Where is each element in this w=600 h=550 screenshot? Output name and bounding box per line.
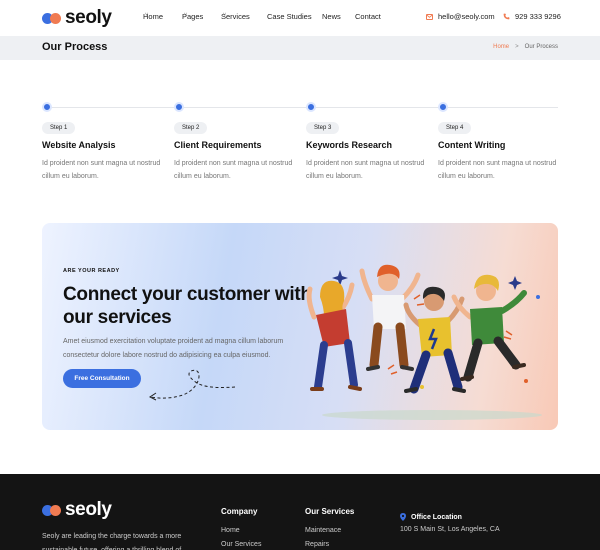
nav-item-news[interactable]: News: [322, 12, 341, 21]
footer-company-column: Company Home Our Services: [221, 507, 261, 548]
cta-eyebrow: ARE YOUR READY: [63, 268, 120, 274]
step-description: Id proident non sunt magna ut nostrud ci…: [174, 160, 293, 180]
step-marker: [438, 102, 448, 112]
header-email[interactable]: hello@seoly.com: [426, 12, 495, 21]
brand-name: seoly: [65, 499, 112, 520]
office-address: 100 S Main St, Los Angeles, CA: [400, 526, 500, 533]
breadcrumb: Home > Our Process: [493, 44, 558, 50]
step-marker: [306, 102, 316, 112]
footer-column-title: Company: [221, 507, 258, 516]
team-celebrating-illustration: [306, 264, 542, 420]
footer-link-our-services[interactable]: Our Services: [221, 541, 261, 548]
process-step: Step 2 Client Requirements Id proident n…: [174, 102, 299, 180]
site-header: seoly Home ˅ Pages ˅ Services ˅ Case Studie…: [0, 0, 600, 36]
footer-logo[interactable]: seoly: [42, 499, 112, 521]
location-pin-icon: [400, 513, 406, 521]
header-phone[interactable]: 929 333 9296: [503, 12, 561, 21]
step-badge: Step 1: [42, 122, 76, 134]
footer-about-text: Seoly are leading the charge towards a m…: [42, 533, 182, 550]
process-step: Step 4 Content Writing Id proident non s…: [438, 102, 563, 180]
breadcrumb-separator: >: [515, 44, 519, 50]
page-title: Our Process: [42, 41, 108, 53]
phone-icon: [503, 13, 510, 20]
footer-link-maintenace[interactable]: Maintenace: [305, 527, 341, 534]
step-title: Website Analysis: [42, 140, 116, 150]
step-title: Client Requirements: [174, 140, 262, 150]
brand-name: seoly: [65, 7, 112, 28]
logo-mark-orange: [50, 504, 61, 516]
office-location-heading: Office Location: [400, 513, 462, 521]
logo-mark-orange: [50, 12, 61, 24]
step-badge: Step 3: [306, 122, 340, 134]
free-consultation-button[interactable]: Free Consultation: [63, 369, 141, 388]
mail-icon: [426, 13, 433, 20]
footer-link-repairs[interactable]: Repairs: [305, 541, 329, 548]
chevron-down-icon: ˅: [145, 12, 148, 18]
cta-heading: Connect your customer with our services: [63, 284, 312, 328]
chevron-down-icon: ˅: [223, 12, 226, 18]
chevron-down-icon: ˅: [184, 12, 187, 18]
step-title: Keywords Research: [306, 140, 393, 150]
page-title-banner: Our Process Home > Our Process: [0, 36, 600, 60]
footer-link-home[interactable]: Home: [221, 527, 240, 534]
footer-services-column: Our Services Maintenace Repairs: [305, 507, 355, 548]
step-description: Id proident non sunt magna ut nostrud ci…: [438, 160, 557, 180]
site-footer: seoly Seoly are leading the charge towar…: [0, 474, 600, 550]
breadcrumb-home-link[interactable]: Home: [493, 44, 509, 50]
step-badge: Step 4: [438, 122, 472, 134]
brand-logo[interactable]: seoly: [42, 7, 112, 29]
cta-card: ARE YOUR READY Connect your customer wit…: [42, 223, 558, 430]
process-step: Step 3 Keywords Research Id proident non…: [306, 102, 431, 180]
process-step: Step 1 Website Analysis Id proident non …: [42, 102, 167, 180]
dashed-arrow-icon: [149, 369, 236, 401]
step-description: Id proident non sunt magna ut nostrud ci…: [306, 160, 425, 180]
step-badge: Step 2: [174, 122, 208, 134]
step-title: Content Writing: [438, 140, 506, 150]
nav-item-case-studies[interactable]: Case Studies: [267, 12, 312, 21]
footer-column-title: Our Services: [305, 507, 355, 516]
step-marker: [174, 102, 184, 112]
step-marker: [42, 102, 52, 112]
step-description: Id proident non sunt magna ut nostrud ci…: [42, 160, 161, 180]
nav-item-contact[interactable]: Contact: [355, 12, 381, 21]
cta-description: Amet eiusmod exercitation voluptate proi…: [63, 338, 284, 359]
breadcrumb-current: Our Process: [524, 44, 558, 50]
